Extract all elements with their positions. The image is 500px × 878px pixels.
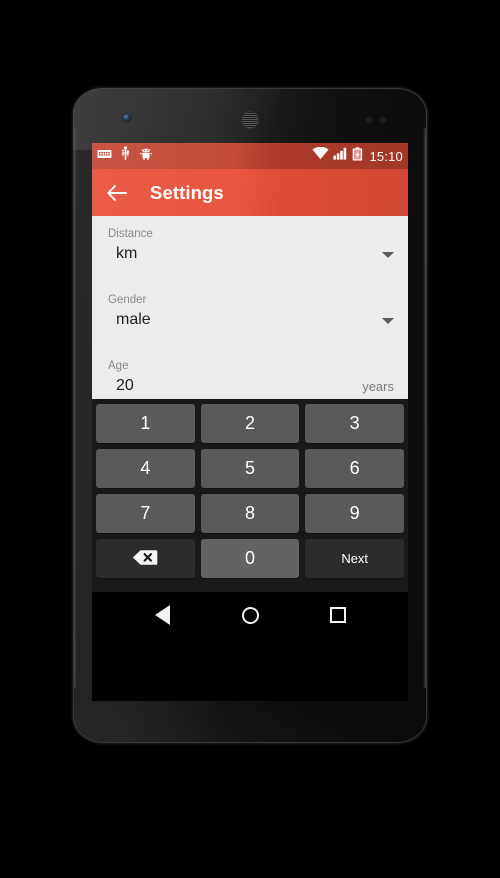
field-age-input[interactable]: 20: [116, 374, 356, 398]
status-bar: 15:10: [92, 143, 408, 169]
toolbar-back-icon[interactable]: [104, 180, 130, 206]
field-gender-row[interactable]: male: [106, 308, 394, 332]
field-distance-row[interactable]: km: [106, 242, 394, 266]
field-distance-value: km: [116, 245, 138, 262]
settings-form: Distance km Gender male Age 20 years: [92, 216, 408, 399]
keyboard-row: 0 Next: [96, 539, 405, 578]
keyboard-row: 7 8 9: [96, 494, 405, 533]
status-bar-clock: 15:10: [369, 148, 403, 164]
wifi-icon: [312, 146, 330, 165]
field-gender-value: male: [116, 311, 151, 328]
field-distance[interactable]: Distance km: [106, 226, 394, 288]
numeric-keyboard: 1 2 3 4 5 6 7 8 9 0 Next: [92, 399, 408, 592]
field-age[interactable]: Age 20 years: [106, 358, 394, 399]
key-8[interactable]: 8: [200, 494, 300, 533]
key-next[interactable]: Next: [305, 539, 405, 578]
system-navigation-bar: [92, 592, 408, 638]
backspace-icon: [132, 549, 158, 569]
page-title: Settings: [150, 181, 224, 203]
status-bar-left-icons: [97, 146, 153, 166]
key-2[interactable]: 2: [200, 404, 300, 443]
keyboard-row: 4 5 6: [96, 449, 405, 488]
app-toolbar: Settings: [92, 169, 408, 216]
key-1[interactable]: 1: [96, 404, 195, 443]
key-9[interactable]: 9: [305, 494, 405, 533]
key-3[interactable]: 3: [305, 404, 405, 443]
field-distance-label: Distance: [108, 228, 153, 240]
phone-frame: 15:10 Settings Distance km Gender male A…: [73, 88, 427, 743]
nav-back-button[interactable]: [140, 597, 184, 633]
status-bar-right-icons: 15:10: [312, 146, 403, 166]
signal-icon: [333, 147, 348, 165]
back-triangle-icon: [154, 605, 170, 625]
home-circle-icon: [241, 606, 259, 624]
field-distance-spacer: [106, 266, 394, 288]
key-5[interactable]: 5: [200, 449, 300, 488]
recents-square-icon: [330, 607, 346, 623]
front-camera-icon: [123, 114, 131, 122]
proximity-sensor-icon: [367, 118, 371, 122]
nav-recents-button[interactable]: [316, 597, 360, 633]
field-gender-spacer: [106, 332, 394, 354]
field-age-row[interactable]: 20 years: [106, 374, 394, 398]
light-sensor-icon: [381, 118, 385, 122]
key-backspace[interactable]: [96, 539, 195, 578]
field-gender[interactable]: Gender male: [106, 292, 394, 354]
chevron-down-icon[interactable]: [382, 318, 394, 324]
nav-home-button[interactable]: [228, 597, 272, 633]
key-0[interactable]: 0: [200, 539, 300, 578]
usb-icon: [120, 146, 131, 166]
chevron-down-icon[interactable]: [382, 252, 394, 258]
screenshot-stage: 15:10 Settings Distance km Gender male A…: [0, 0, 500, 878]
android-debug-icon: [139, 147, 153, 166]
phone-screen: 15:10 Settings Distance km Gender male A…: [92, 143, 408, 701]
field-gender-label: Gender: [108, 294, 147, 306]
phone-left-edge: [74, 128, 77, 688]
field-age-label: Age: [108, 360, 129, 372]
key-6[interactable]: 6: [305, 449, 405, 488]
keyboard-icon: [97, 147, 112, 165]
field-age-unit: years: [362, 379, 394, 394]
battery-charging-icon: [352, 146, 363, 166]
key-7[interactable]: 7: [96, 494, 195, 533]
key-4[interactable]: 4: [96, 449, 195, 488]
keyboard-row: 1 2 3: [96, 404, 405, 443]
earpiece-speaker-icon: [242, 112, 258, 128]
phone-right-edge: [423, 128, 426, 688]
